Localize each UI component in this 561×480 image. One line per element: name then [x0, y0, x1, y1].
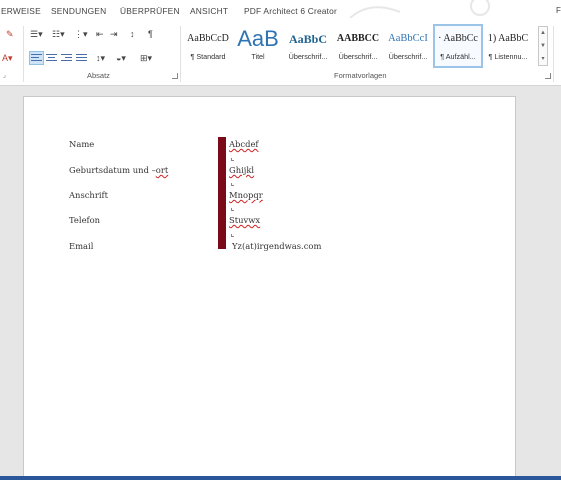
ribbon-tabs: ERWEISE SENDUNGEN ÜBERPRÜFEN ANSICHT PDF…	[0, 0, 561, 22]
ribbon: ✎ A▾ ⌟ ☰▾ ☷▾ ⋮▾ ⇤ ⇥ ↕ ¶ ↕▾ ◒▾ ⊞▾ Absatz …	[0, 22, 561, 86]
style-listennummer[interactable]: 1) AaBbC ¶ Listennu...	[483, 24, 533, 68]
line-spacing-icon[interactable]: ↕▾	[96, 52, 105, 64]
value-geburtsdatum: Ghijkl	[229, 165, 255, 175]
styles-gallery: AaBbCcD ¶ Standard AaB Titel AaBbC Übers…	[183, 24, 538, 68]
align-right-button[interactable]	[60, 52, 73, 64]
paragraph-launcher-icon[interactable]	[172, 73, 178, 79]
gallery-more-icon[interactable]: ▾	[539, 53, 547, 66]
style-sample: AABBCC	[336, 33, 380, 44]
style-name: ¶ Listennu...	[488, 52, 528, 61]
align-center-button[interactable]	[45, 52, 58, 64]
group-label-absatz: Absatz	[87, 71, 110, 80]
scroll-down-icon[interactable]: ▼	[539, 40, 547, 53]
label-email: Email	[69, 241, 94, 251]
tab-pdf-architect[interactable]: PDF Architect 6 Creator	[244, 6, 337, 16]
group-separator	[180, 26, 181, 82]
style-name: Überschrif...	[338, 52, 378, 61]
status-bar-edge	[0, 476, 561, 480]
align-left-button[interactable]	[29, 51, 44, 65]
style-sample: AaB	[237, 26, 279, 51]
cell-marker	[231, 158, 234, 161]
font-launcher-icon[interactable]: ⌟	[3, 72, 6, 79]
font-color-icon[interactable]: A▾	[2, 52, 13, 64]
title-bar-decoration	[349, 0, 490, 18]
multilevel-list-icon[interactable]: ⋮▾	[74, 28, 88, 40]
style-name: ¶ Standard	[190, 52, 226, 61]
styles-gallery-scroll[interactable]: ▲ ▼ ▾	[538, 26, 548, 66]
cell-marker	[231, 183, 234, 186]
value-telefon: Stuvwx	[229, 215, 261, 225]
style-heading-3[interactable]: AaBbCcI Überschrif...	[383, 24, 433, 68]
style-name: Überschrif...	[288, 52, 328, 61]
justify-button[interactable]	[75, 52, 88, 64]
group-label-formatvorlagen: Formatvorlagen	[334, 71, 387, 80]
style-name: Überschrif...	[388, 52, 428, 61]
label-anschrift: Anschrift	[69, 190, 108, 200]
accent-bar	[218, 137, 226, 249]
highlight-icon[interactable]: ✎	[6, 28, 14, 40]
style-heading-2[interactable]: AABBCC Überschrif...	[333, 24, 383, 68]
value-name: Abcdef	[229, 139, 259, 149]
tab-verweise[interactable]: ERWEISE	[1, 6, 41, 16]
cell-marker	[231, 234, 234, 237]
decrease-indent-icon[interactable]: ⇤	[96, 28, 104, 40]
bullet-list-icon[interactable]: ☰▾	[30, 28, 43, 40]
style-sample: AaBbC	[288, 32, 327, 46]
cell-marker	[231, 208, 234, 211]
numbered-list-icon[interactable]: ☷▾	[52, 28, 65, 40]
style-name: Titel	[251, 52, 265, 61]
style-name: ¶ Aufzähl...	[440, 52, 476, 61]
increase-indent-icon[interactable]: ⇥	[110, 28, 118, 40]
value-anschrift: Mnopqr	[229, 190, 263, 200]
sort-icon[interactable]: ↕	[130, 28, 135, 40]
styles-launcher-icon[interactable]	[545, 73, 551, 79]
style-sample: AaBbCcI	[388, 33, 428, 44]
group-separator	[23, 26, 24, 82]
style-aufzaehlung[interactable]: · AaBbCc ¶ Aufzähl...	[433, 24, 483, 68]
borders-icon[interactable]: ⊞▾	[140, 52, 152, 64]
style-heading-1[interactable]: AaBbC Überschrif...	[283, 24, 333, 68]
scroll-up-icon[interactable]: ▲	[539, 27, 547, 40]
label-name: Name	[69, 139, 95, 149]
style-sample: AaBbCcD	[187, 33, 229, 44]
shading-icon[interactable]: ◒▾	[116, 52, 126, 64]
show-marks-icon[interactable]: ¶	[148, 28, 153, 40]
spelling-error: ort	[155, 165, 169, 175]
tab-ueberpruefen[interactable]: ÜBERPRÜFEN	[120, 6, 180, 16]
style-sample: 1) AaBbC	[487, 33, 529, 44]
label-telefon: Telefon	[69, 215, 101, 225]
value-email: Yz(at)irgendwas.com	[232, 241, 322, 251]
group-separator	[553, 26, 554, 82]
tab-sendungen[interactable]: SENDUNGEN	[51, 6, 106, 16]
document-page[interactable]: Name Geburtsdatum und –ort Anschrift Tel…	[23, 96, 516, 480]
tab-ansicht[interactable]: ANSICHT	[190, 6, 228, 16]
style-sample: · AaBbCc	[438, 33, 478, 44]
tab-edge-fragment: F	[556, 6, 561, 15]
style-standard[interactable]: AaBbCcD ¶ Standard	[183, 24, 233, 68]
label-geburtsdatum: Geburtsdatum und –ort	[69, 165, 169, 175]
style-titel[interactable]: AaB Titel	[233, 24, 283, 68]
